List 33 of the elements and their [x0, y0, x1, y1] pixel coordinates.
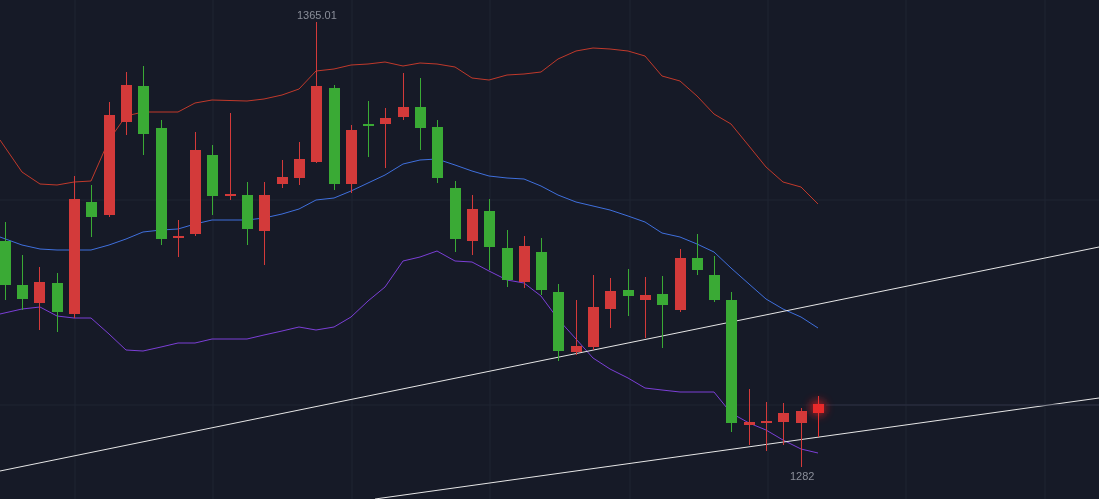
candlestick — [571, 299, 582, 356]
candlestick — [86, 184, 97, 238]
candlestick — [294, 141, 305, 186]
candlestick — [605, 277, 616, 329]
candlestick — [432, 119, 443, 184]
candlestick — [207, 144, 218, 216]
candlestick — [173, 219, 184, 258]
candlestick — [277, 159, 288, 189]
candlestick — [796, 407, 807, 468]
candlestick — [709, 255, 720, 303]
candlestick — [640, 276, 651, 339]
candlestick — [398, 72, 409, 121]
candlestick — [623, 268, 634, 317]
candlestick — [17, 254, 28, 311]
candlestick — [778, 402, 789, 446]
candlestick — [502, 229, 513, 288]
candlestick — [675, 248, 686, 313]
candlestick — [34, 266, 45, 331]
candlestick — [692, 233, 703, 276]
candlestick — [380, 107, 391, 169]
high-price-label: 1365.01 — [297, 10, 337, 21]
candlestick — [744, 388, 755, 446]
candlestick — [242, 181, 253, 246]
candlestick — [52, 272, 63, 333]
candlestick — [536, 237, 547, 296]
candlestick — [810, 395, 826, 438]
candlestick — [363, 100, 374, 158]
candlestick — [121, 71, 132, 136]
candlestick — [467, 194, 478, 256]
candlestick — [519, 235, 530, 289]
low-price-label: 1282 — [790, 471, 815, 482]
candlestick — [346, 124, 357, 194]
candlestick — [761, 401, 772, 452]
